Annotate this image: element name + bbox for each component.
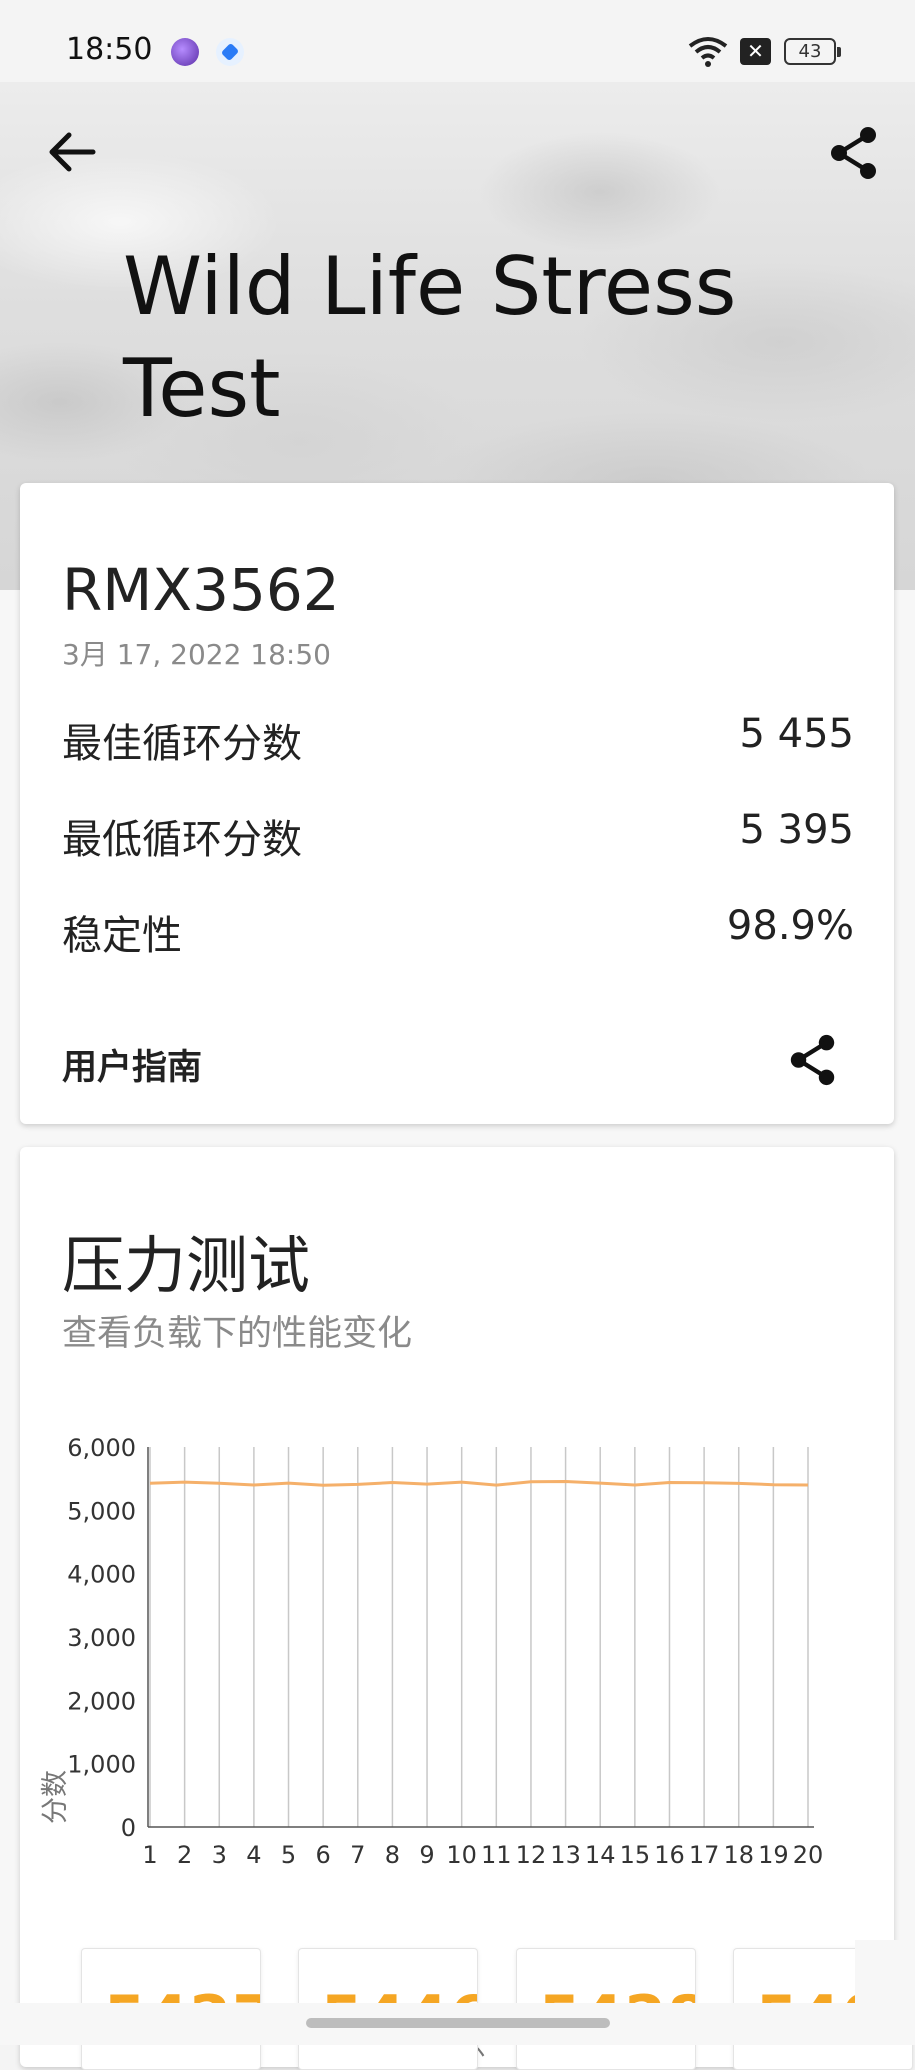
battery-icon: 43 [784, 38, 841, 65]
y-tick-label: 1,000 [67, 1751, 136, 1779]
x-tick-label: 9 [419, 1841, 434, 1869]
x-tick-label: 12 [516, 1841, 547, 1869]
x-tick-label: 2 [177, 1841, 192, 1869]
x-tick-label: 8 [385, 1841, 400, 1869]
x-tick-label: 10 [446, 1841, 477, 1869]
y-tick-label: 2,000 [67, 1687, 136, 1715]
best-loop-score-value: 5 455 [739, 711, 854, 757]
x-tick-label: 18 [723, 1841, 754, 1869]
best-loop-score-label: 最佳循环分数 [62, 721, 302, 767]
stress-test-card: 压力测试 查看负载下的性能变化 6,000 5,000 4,000 3,000 2,00… [20, 1147, 894, 2067]
y-tick-label: 3,000 [67, 1624, 136, 1652]
y-axis-label: 分数 [40, 1770, 71, 1824]
x-tick-label: 1 [142, 1841, 157, 1869]
y-tick-label: 6,000 [67, 1434, 136, 1462]
x-tick-label: 13 [550, 1841, 581, 1869]
page-title: Wild Life Stress Test [123, 240, 737, 435]
section-title: 压力测试 [62, 1229, 311, 1302]
lowest-loop-score-value: 5 395 [739, 807, 854, 853]
wifi-icon [688, 37, 728, 67]
lowest-loop-score-label: 最低循环分数 [62, 817, 302, 863]
result-summary-card: RMX3562 3月 17, 2022 18:50 最佳循环分数 5 455 最… [20, 483, 894, 1124]
back-arrow-icon[interactable] [45, 125, 99, 179]
x-tick-label: 5 [281, 1841, 296, 1869]
user-guide-link[interactable]: 用户指南 [62, 1039, 202, 1090]
x-tick-label: 11 [481, 1841, 512, 1869]
status-time: 18:50 [66, 32, 153, 67]
y-tick-label: 0 [121, 1814, 136, 1842]
share-icon[interactable] [786, 1033, 840, 1087]
home-indicator[interactable] [306, 2018, 610, 2028]
x-tick-label: 14 [585, 1841, 616, 1869]
x-tick-label: 20 [793, 1841, 824, 1869]
sim-off-icon: ✕ [740, 38, 771, 65]
x-tick-label: 17 [689, 1841, 720, 1869]
y-tick-label: 4,000 [67, 1561, 136, 1589]
status-bar: 18:50 ✕ 43 [0, 0, 915, 82]
section-subtitle: 查看负载下的性能变化 [62, 1314, 413, 1354]
x-tick-label: 16 [654, 1841, 685, 1869]
x-tick-label: 3 [212, 1841, 227, 1869]
device-name: RMX3562 [62, 556, 340, 624]
stability-label: 稳定性 [62, 913, 182, 959]
y-tick-label: 5,000 [67, 1497, 136, 1525]
x-tick-label: 4 [246, 1841, 261, 1869]
app-notification-icon-2 [216, 38, 244, 66]
x-tick-label: 15 [620, 1841, 651, 1869]
test-date: 3月 17, 2022 18:50 [62, 638, 331, 671]
x-tick-label: 19 [758, 1841, 789, 1869]
app-notification-icon [171, 38, 199, 66]
series-line [149, 1479, 809, 1487]
share-icon[interactable] [826, 125, 882, 181]
stability-value: 98.9% [726, 903, 854, 949]
x-tick-label: 6 [316, 1841, 331, 1869]
x-tick-label: 7 [350, 1841, 365, 1869]
